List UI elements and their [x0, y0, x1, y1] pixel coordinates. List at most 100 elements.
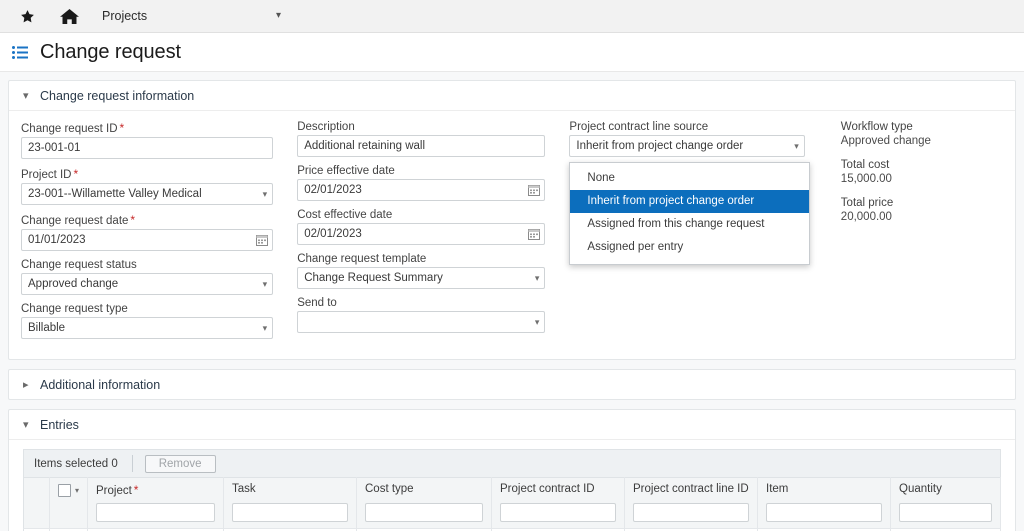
calendar-icon[interactable]: [528, 179, 540, 201]
entries-grid: ▾ Project* Task Cost type: [23, 477, 1001, 531]
field-cost-effective-date: Cost effective date: [297, 209, 545, 245]
module-selector[interactable]: Projects ▾: [102, 0, 287, 33]
filter-project-contract-id[interactable]: [500, 503, 616, 522]
row-select-cell[interactable]: [50, 528, 88, 531]
change-request-type-select[interactable]: [21, 317, 273, 339]
label-send-to: Send to: [297, 297, 545, 309]
label-workflow-type: Workflow type: [841, 121, 1003, 133]
calendar-icon[interactable]: [256, 229, 268, 251]
field-change-request-date: Change request date*: [21, 213, 273, 251]
filter-item[interactable]: [766, 503, 882, 522]
description-input[interactable]: [297, 135, 545, 157]
field-change-request-status: Change request status ▾: [21, 259, 273, 295]
project-id-select[interactable]: [21, 183, 273, 205]
grid-header-project-contract-line-id: Project contract line ID: [625, 478, 758, 529]
cell-task[interactable]: 1-530--Barriers and Er: [224, 528, 357, 531]
label-change-request-id: Change request ID*: [21, 121, 273, 135]
entries-card: ▾ Entries Items selected 0 Remove: [8, 409, 1016, 531]
field-change-request-type: Change request type ▾: [21, 303, 273, 339]
change-request-status-select[interactable]: [21, 273, 273, 295]
cell-project-contract-id[interactable]: [492, 528, 625, 531]
label-cost-effective-date: Cost effective date: [297, 209, 545, 221]
cell-project[interactable]: 23-001--Willamette Va: [88, 528, 224, 531]
grid-header-cost-type: Cost type: [357, 478, 492, 529]
field-send-to: Send to ▾: [297, 297, 545, 333]
grid-header-project-contract-id: Project contract ID: [492, 478, 625, 529]
change-request-id-input[interactable]: [21, 137, 273, 159]
grid-header-row: ▾ Project* Task Cost type: [24, 478, 1001, 529]
chevron-down-icon: ▾: [23, 91, 33, 102]
value-workflow-type: Approved change: [841, 135, 1003, 147]
section-title: Additional information: [40, 378, 160, 392]
cell-quantity[interactable]: 1: [891, 528, 1001, 531]
form-column-3: Project contract line source ▾ Project c…: [557, 121, 816, 347]
label-project-contract-line-source: Project contract line source: [569, 121, 804, 133]
cell-item[interactable]: Subcontract--Subcont: [758, 528, 891, 531]
field-change-request-template: Change request template ▾: [297, 253, 545, 289]
filter-quantity[interactable]: [899, 503, 992, 522]
label-change-request-type: Change request type: [21, 303, 273, 315]
required-marker: *: [74, 167, 79, 181]
field-price-effective-date: Price effective date: [297, 165, 545, 201]
grid-header-select-all[interactable]: ▾: [50, 478, 88, 529]
section-header-additional-information[interactable]: ▸ Additional information: [9, 370, 1015, 399]
table-row[interactable]: 1 23-001--Willamette Va 1-530--Barriers …: [24, 528, 1001, 531]
label-price-effective-date: Price effective date: [297, 165, 545, 177]
calendar-icon[interactable]: [528, 223, 540, 245]
select-all-checkbox[interactable]: [58, 484, 71, 497]
change-request-template-select[interactable]: [297, 267, 545, 289]
info-workflow-type: Workflow type Approved change: [841, 121, 1003, 147]
top-navigation-bar: Projects ▾: [0, 0, 1024, 33]
chevron-down-icon[interactable]: ▾: [75, 486, 79, 495]
form-column-1: Change request ID* Project ID* ▾ Change …: [9, 121, 285, 347]
project-contract-line-source-select[interactable]: [569, 135, 804, 157]
value-total-cost: 15,000.00: [841, 173, 1003, 185]
send-to-select[interactable]: [297, 311, 545, 333]
star-icon[interactable]: [6, 0, 48, 33]
label-total-price: Total price: [841, 197, 1003, 209]
required-marker: *: [120, 121, 125, 135]
dropdown-option-assigned-per-entry[interactable]: Assigned per entry: [570, 236, 809, 259]
page-title: Change request: [40, 41, 181, 64]
grid-header-project: Project*: [88, 478, 224, 529]
filter-project-contract-line-id[interactable]: [633, 503, 749, 522]
change-request-date-input[interactable]: [21, 229, 273, 251]
label-total-cost: Total cost: [841, 159, 1003, 171]
price-effective-date-input[interactable]: [297, 179, 545, 201]
field-description: Description: [297, 121, 545, 157]
grid-header-rownum: [24, 478, 50, 529]
dropdown-option-inherit-from-project-change-order[interactable]: Inherit from project change order: [570, 190, 809, 213]
chevron-down-icon: ▾: [23, 420, 33, 431]
filter-cost-type[interactable]: [365, 503, 483, 522]
page-canvas: ▾ Change request information Change requ…: [0, 72, 1024, 531]
label-project-id: Project ID*: [21, 167, 273, 181]
cost-effective-date-input[interactable]: [297, 223, 545, 245]
cell-cost-type[interactable]: SUB--Subcontractors: [357, 528, 492, 531]
list-menu-icon[interactable]: [8, 40, 32, 64]
label-change-request-template: Change request template: [297, 253, 545, 265]
dropdown-option-assigned-from-this-change-request[interactable]: Assigned from this change request: [570, 213, 809, 236]
dropdown-option-none[interactable]: None: [570, 167, 809, 190]
required-marker: *: [130, 213, 135, 227]
label-change-request-date: Change request date*: [21, 213, 273, 227]
info-total-cost: Total cost 15,000.00: [841, 159, 1003, 185]
row-number: 1: [24, 528, 50, 531]
remove-button[interactable]: Remove: [145, 455, 216, 473]
section-header-change-request-information[interactable]: ▾ Change request information: [9, 81, 1015, 111]
form-column-2: Description Price effective date: [285, 121, 557, 347]
filter-project[interactable]: [96, 503, 215, 522]
page-header: Change request: [0, 33, 1024, 72]
filter-task[interactable]: [232, 503, 348, 522]
label-change-request-status: Change request status: [21, 259, 273, 271]
label-description: Description: [297, 121, 545, 133]
form-column-4-summary: Workflow type Approved change Total cost…: [817, 121, 1015, 347]
grid-header-quantity: Quantity: [891, 478, 1001, 529]
grid-header-item: Item: [758, 478, 891, 529]
project-contract-line-source-dropdown[interactable]: None Inherit from project change order A…: [569, 162, 810, 265]
additional-information-card: ▸ Additional information: [8, 369, 1016, 400]
cell-project-contract-line-id[interactable]: [625, 528, 758, 531]
grid-header-task: Task: [224, 478, 357, 529]
section-header-entries[interactable]: ▾ Entries: [9, 410, 1015, 440]
home-icon[interactable]: [48, 0, 90, 33]
module-label: Projects: [102, 9, 276, 23]
